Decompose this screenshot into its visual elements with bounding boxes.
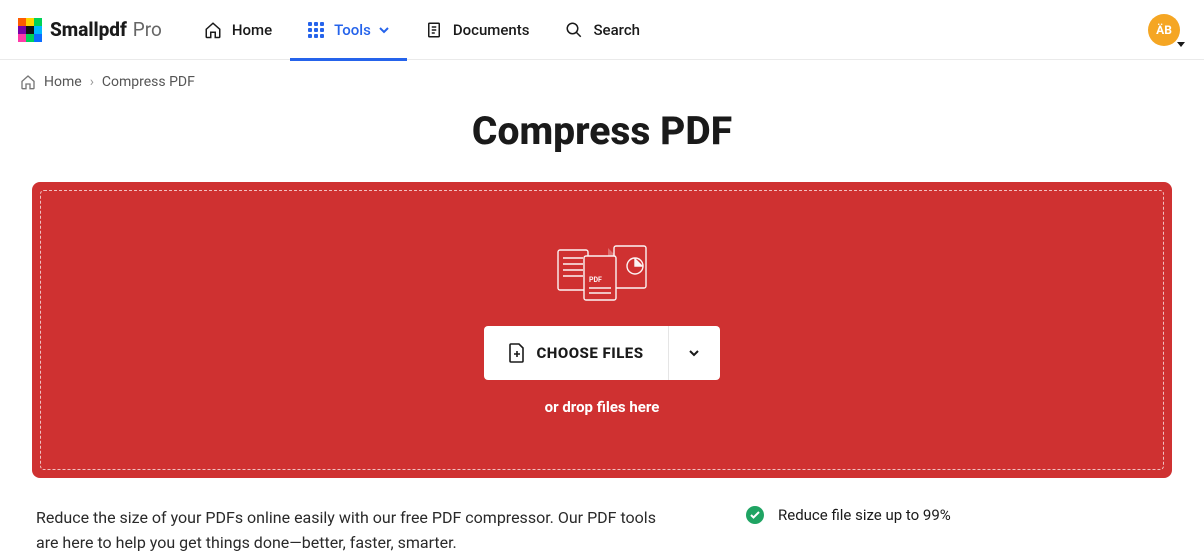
description-row: Reduce the size of your PDFs online easi… (32, 478, 1172, 556)
nav-search[interactable]: Search (547, 0, 658, 60)
breadcrumb-current: Compress PDF (102, 74, 195, 90)
logo[interactable]: Smallpdf Pro (18, 18, 162, 42)
avatar-caret-icon (1177, 42, 1185, 47)
choose-files-button[interactable]: CHOOSE FILES (484, 326, 667, 380)
nav-tools-label: Tools (334, 21, 371, 39)
avatar-initials: ÄB (1156, 23, 1172, 37)
breadcrumb-home-icon (20, 74, 36, 90)
dropzone-inner: PDF CHOOSE FILES or drop files here (40, 190, 1164, 470)
nav-home[interactable]: Home (186, 0, 290, 60)
check-circle-icon (746, 506, 764, 524)
search-icon (565, 21, 583, 39)
home-icon (204, 21, 222, 39)
description-text: Reduce the size of your PDFs online easi… (36, 506, 666, 556)
nav-tools[interactable]: Tools (290, 0, 407, 60)
svg-text:PDF: PDF (589, 276, 602, 284)
nav-documents[interactable]: Documents (407, 0, 548, 60)
dropzone-subtext: or drop files here (545, 398, 660, 416)
dropzone[interactable]: PDF CHOOSE FILES or drop files here (32, 182, 1172, 478)
brand-tier: Pro (133, 18, 162, 41)
brand-name: Smallpdf (50, 18, 127, 41)
logo-icon (18, 18, 42, 42)
breadcrumb-separator: › (90, 74, 94, 90)
brand-text: Smallpdf Pro (50, 18, 162, 41)
choose-files-group: CHOOSE FILES (484, 326, 719, 380)
benefits-list: Reduce file size up to 99% (746, 506, 951, 556)
breadcrumb-home[interactable]: Home (44, 74, 82, 90)
choose-files-dropdown[interactable] (668, 326, 720, 380)
nav-home-label: Home (232, 21, 272, 39)
nav-documents-label: Documents (453, 21, 530, 39)
header: Smallpdf Pro Home Tools Documents Search… (0, 0, 1204, 60)
files-icon: PDF (552, 244, 652, 308)
caret-down-icon (379, 25, 389, 35)
nav-search-label: Search (593, 21, 640, 39)
page-title: Compress PDF (0, 108, 1204, 154)
breadcrumb: Home › Compress PDF (0, 60, 1204, 104)
chevron-down-icon (687, 346, 701, 360)
choose-files-label: CHOOSE FILES (536, 344, 643, 362)
file-add-icon (508, 343, 526, 363)
benefit-item: Reduce file size up to 99% (746, 506, 951, 524)
documents-icon (425, 21, 443, 39)
apps-icon (308, 22, 324, 38)
benefit-label: Reduce file size up to 99% (778, 506, 951, 524)
avatar[interactable]: ÄB (1148, 14, 1180, 46)
